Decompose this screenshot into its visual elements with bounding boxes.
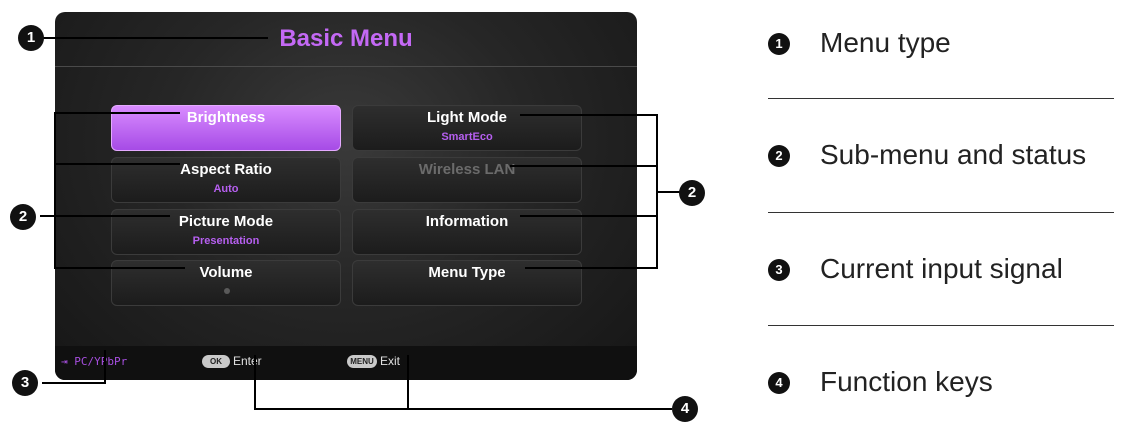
legend-divider [768, 98, 1114, 99]
callout-leader-lines [40, 37, 680, 410]
callout-2-right: 2 [679, 180, 705, 206]
legend-divider [768, 212, 1114, 213]
legend-number: 2 [768, 145, 790, 167]
legend-text: Menu type [820, 27, 951, 58]
legend-text: Function keys [820, 366, 993, 397]
bracket-left [54, 112, 185, 269]
bracket-right [520, 114, 658, 269]
callout-2-left: 2 [10, 204, 36, 230]
leader-input [42, 350, 106, 384]
bracket-keys [254, 355, 409, 410]
legend-number: 3 [768, 259, 790, 281]
callout-4: 4 [672, 396, 698, 422]
callout-1: 1 [18, 25, 44, 51]
legend-text: Sub-menu and status [820, 139, 1087, 170]
legend-divider [768, 325, 1114, 326]
legend-text: Current input signal [820, 253, 1063, 284]
legend-number: 1 [768, 33, 790, 55]
legend-number: 4 [768, 372, 790, 394]
callout-3: 3 [12, 370, 38, 396]
